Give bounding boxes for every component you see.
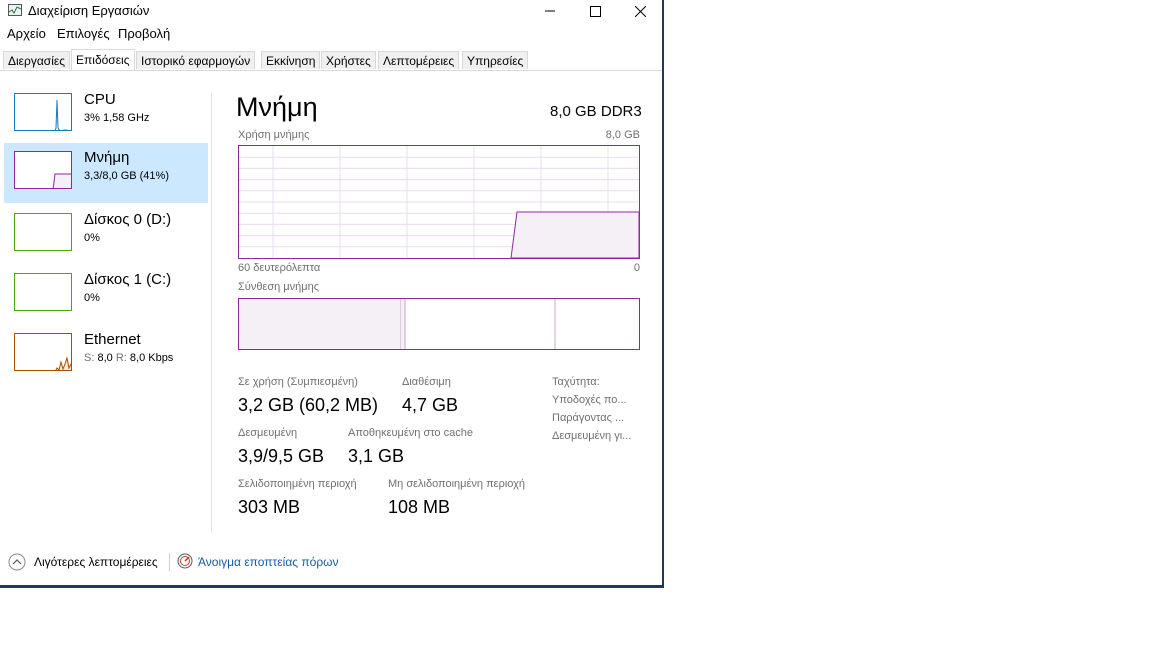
tab-details[interactable]: Λεπτομέρειες bbox=[378, 51, 460, 69]
sidebar-item-value: 3% 1,58 GHz bbox=[84, 112, 150, 124]
form-factor-label: Παράγοντας ... bbox=[552, 412, 625, 424]
tab-processes[interactable]: Διεργασίες bbox=[3, 51, 70, 69]
available-value: 4,7 GB bbox=[402, 395, 459, 415]
sidebar-item-label: Μνήμη bbox=[84, 149, 130, 166]
memory-composition-bar bbox=[238, 298, 640, 350]
sidebar-item-label: CPU bbox=[84, 91, 116, 108]
tab-users[interactable]: Χρήστες bbox=[321, 51, 376, 69]
paged-pool-label: Σελιδοποιημένη περιοχή bbox=[238, 478, 357, 490]
sidebar-item-label: Δίσκος 0 (D:) bbox=[84, 211, 172, 228]
menu-view[interactable]: Προβολή bbox=[118, 26, 170, 41]
close-button[interactable] bbox=[617, 0, 663, 22]
ethernet-send-value: 8,0 bbox=[97, 352, 113, 364]
in-use-value: 3,2 GB (60,2 MB) bbox=[238, 395, 379, 415]
slots-label: Υποδοχές πο... bbox=[552, 394, 627, 406]
sidebar-divider bbox=[211, 93, 212, 533]
sidebar-item-label: Ethernet bbox=[84, 331, 141, 348]
maximize-button[interactable] bbox=[572, 0, 618, 22]
usage-graph-label: Χρήση μνήμης bbox=[238, 129, 310, 141]
composition-label: Σύνθεση μνήμης bbox=[238, 281, 320, 293]
committed-label: Δεσμευμένη bbox=[238, 427, 298, 439]
cached-value: 3,1 GB bbox=[348, 446, 405, 466]
ethernet-send-label: S: bbox=[84, 352, 95, 364]
speed-label: Ταχύτητα: bbox=[552, 376, 600, 388]
tab-performance[interactable]: Επιδόσεις bbox=[71, 49, 135, 70]
collapse-details-button[interactable] bbox=[8, 553, 26, 571]
tab-strip: Διεργασίες Επιδόσεις Ιστορικό εφαρμογών … bbox=[0, 49, 662, 71]
ethernet-receive-value: 8,0 Kbps bbox=[129, 352, 174, 364]
task-manager-window: Διαχείριση Εργασιών Αρχείο Επιλογές Προβ… bbox=[0, 0, 664, 588]
footer-separator bbox=[169, 553, 170, 571]
footer-bar: Λιγότερες λεπτομέρειες Άνοιγμα εποπτείας… bbox=[0, 552, 662, 574]
fewer-details-link[interactable]: Λιγότερες λεπτομέρειες bbox=[34, 555, 158, 569]
time-axis-zero: 0 bbox=[633, 262, 640, 274]
usage-graph-max: 8,0 GB bbox=[605, 129, 640, 141]
page-title: Μνήμη bbox=[236, 92, 318, 122]
sidebar-item-disk-0[interactable]: Δίσκος 0 (D:) 0% bbox=[4, 205, 208, 265]
title-bar[interactable]: Διαχείριση Εργασιών bbox=[0, 0, 662, 22]
disk-0-thumbnail bbox=[14, 213, 72, 251]
in-use-label: Σε χρήση (Συμπιεσμένη) bbox=[238, 376, 358, 388]
sidebar-item-memory[interactable]: Μνήμη 3,3/8,0 GB (41%) bbox=[4, 143, 208, 203]
sidebar-item-value: S: 8,0 R: 8,0 Kbps bbox=[84, 352, 173, 364]
tab-startup[interactable]: Εκκίνηση bbox=[261, 51, 321, 69]
nonpaged-pool-value: 108 MB bbox=[388, 497, 451, 517]
nonpaged-pool-label: Μη σελιδοποιημένη περιοχή bbox=[388, 478, 525, 490]
memory-thumbnail bbox=[14, 151, 72, 189]
chevron-up-icon bbox=[8, 553, 26, 571]
minimize-icon bbox=[545, 10, 555, 12]
ethernet-receive-label: R: bbox=[115, 352, 127, 364]
memory-usage-graph bbox=[238, 145, 640, 259]
ethernet-thumbnail bbox=[14, 333, 72, 371]
maximize-icon bbox=[589, 5, 601, 17]
committed-value: 3,9/9,5 GB bbox=[238, 446, 325, 466]
resource-monitor-icon[interactable] bbox=[177, 553, 193, 569]
sidebar-item-value: 0% bbox=[84, 292, 100, 304]
paged-pool-value: 303 MB bbox=[238, 497, 301, 517]
sidebar-item-disk-1[interactable]: Δίσκος 1 (C:) 0% bbox=[4, 265, 208, 325]
sidebar-item-value: 0% bbox=[84, 232, 100, 244]
tab-app-history[interactable]: Ιστορικό εφαρμογών bbox=[136, 51, 256, 69]
window-title: Διαχείριση Εργασιών bbox=[28, 3, 150, 18]
sidebar-item-value: 3,3/8,0 GB (41%) bbox=[84, 170, 169, 182]
cached-label: Αποθηκευμένη στο cache bbox=[348, 427, 473, 439]
sidebar-item-ethernet[interactable]: Ethernet S: 8,0 R: 8,0 Kbps bbox=[4, 325, 208, 385]
open-resource-monitor-link[interactable]: Άνοιγμα εποπτείας πόρων bbox=[198, 555, 339, 569]
menu-file[interactable]: Αρχείο bbox=[7, 26, 46, 41]
memory-type: 8,0 GB DDR3 bbox=[550, 103, 642, 120]
cpu-thumbnail bbox=[14, 93, 72, 131]
menu-options[interactable]: Επιλογές bbox=[57, 26, 110, 41]
available-label: Διαθέσιμη bbox=[402, 376, 451, 388]
tab-services[interactable]: Υπηρεσίες bbox=[462, 51, 529, 69]
hardware-reserved-label: Δεσμευμένη γι... bbox=[552, 430, 632, 442]
disk-1-thumbnail bbox=[14, 273, 72, 311]
time-axis-label: 60 δευτερόλεπτα bbox=[238, 262, 321, 274]
close-icon bbox=[634, 5, 646, 17]
sidebar-item-cpu[interactable]: CPU 3% 1,58 GHz bbox=[4, 85, 208, 145]
minimize-button[interactable] bbox=[527, 0, 573, 22]
task-manager-icon bbox=[8, 4, 22, 16]
sidebar-item-label: Δίσκος 1 (C:) bbox=[84, 271, 172, 288]
